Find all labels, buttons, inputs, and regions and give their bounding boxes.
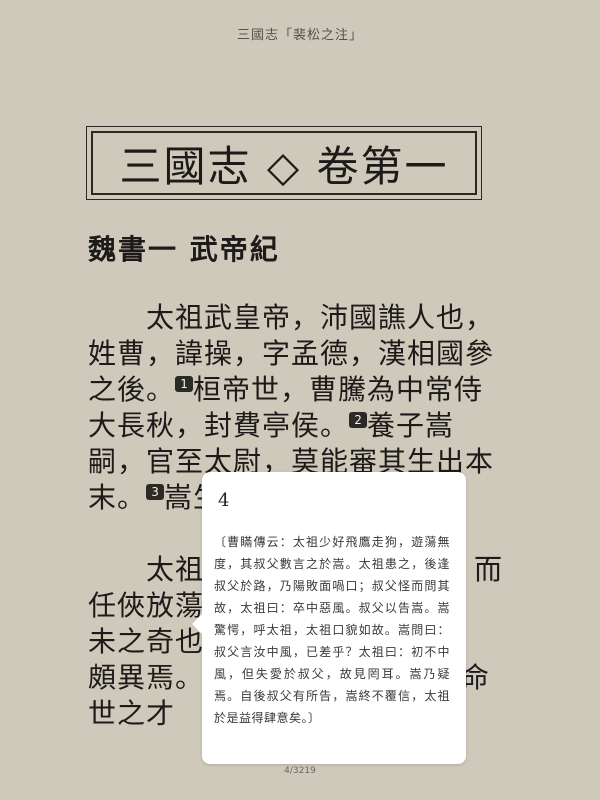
footnote-text: 〔曹瞞傳云：太祖少好飛鷹走狗，遊蕩無度，其叔父數言之於嵩。太祖患之，後逢叔父於路… (214, 535, 450, 725)
page-indicator: 4/3219 (284, 766, 316, 776)
footnote-marker-2[interactable]: 2 (349, 412, 368, 428)
footnote-marker-1[interactable]: 1 (175, 376, 194, 392)
chapter-title-frame: 三國志 ◇ 卷第一 (86, 126, 482, 200)
text-segment: 太祖 (88, 553, 205, 586)
footnote-number: 4 (218, 490, 230, 511)
chapter-title: 三國志 ◇ 卷第一 (91, 131, 477, 195)
section-heading: 魏書一 武帝紀 (88, 233, 280, 266)
book-title-header: 三國志「裴松之注」 (236, 28, 363, 43)
footnote-popup[interactable]: 4 〔曹瞞傳云：太祖少好飛鷹走狗，遊蕩無度，其叔父數言之於嵩。太祖患之，後逢叔父… (192, 472, 466, 764)
footnote-marker-3[interactable]: 3 (146, 484, 165, 500)
